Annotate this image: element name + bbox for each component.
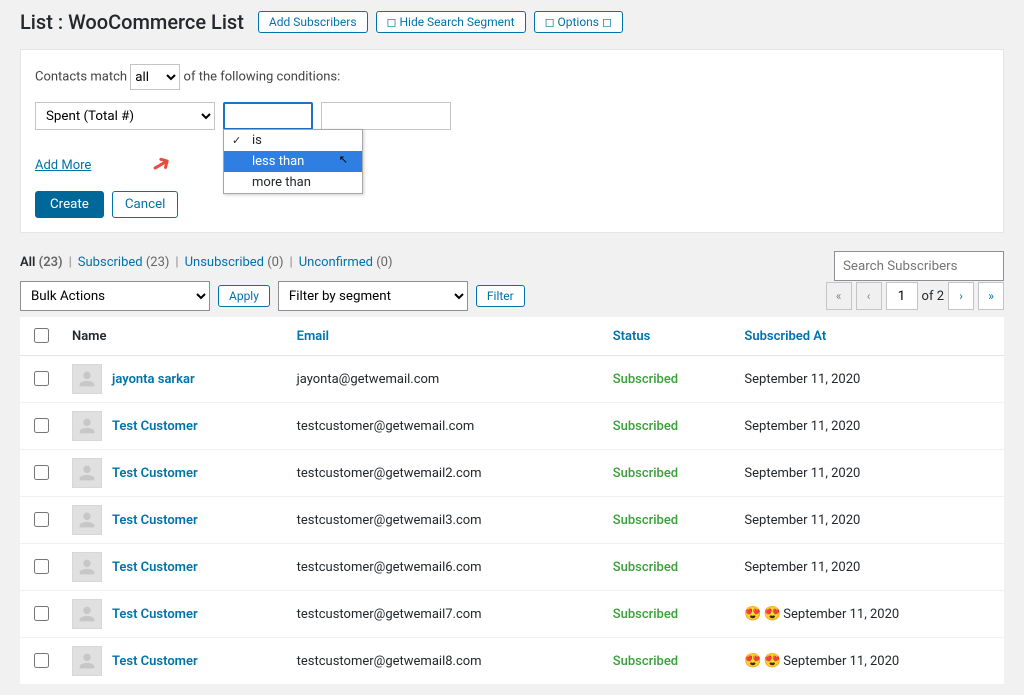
subscribers-table: Name Email Status Subscribed At jayonta …	[20, 317, 1004, 685]
col-subscribed-at[interactable]: Subscribed At	[734, 317, 1004, 356]
subscriber-email: jayonta@getwemail.com	[287, 356, 603, 403]
cursor-icon: ↖	[339, 153, 348, 166]
subscriber-name-link[interactable]: jayonta sarkar	[112, 372, 195, 387]
col-email[interactable]: Email	[287, 317, 603, 356]
contacts-match-label-post: of the following conditions:	[184, 70, 341, 85]
row-checkbox[interactable]	[34, 559, 49, 574]
search-subscribers-input[interactable]	[834, 251, 1004, 281]
emoji-icon: 😍😍	[744, 653, 781, 669]
filter-segment-select[interactable]: Filter by segment	[278, 281, 468, 311]
subscribed-at: 😍😍September 11, 2020	[734, 638, 1004, 685]
row-checkbox[interactable]	[34, 512, 49, 527]
subscribed-at: September 11, 2020	[734, 544, 1004, 591]
row-checkbox[interactable]	[34, 418, 49, 433]
table-row: Test Customer testcustomer@getwemail.com S…	[20, 403, 1004, 450]
status-badge: Subscribed	[613, 466, 678, 481]
status-badge: Subscribed	[613, 560, 678, 575]
dropdown-option-more-than[interactable]: more than	[224, 172, 362, 193]
contacts-match-label-pre: Contacts match	[35, 70, 127, 85]
status-badge: Subscribed	[613, 372, 678, 387]
table-row: jayonta sarkar jayonta@getwemail.com Subsc…	[20, 356, 1004, 403]
col-status[interactable]: Status	[603, 317, 735, 356]
subscriber-email: testcustomer@getwemail3.com	[287, 497, 603, 544]
avatar	[72, 411, 102, 441]
dropdown-option-less-than[interactable]: less than↖	[224, 151, 362, 172]
status-badge: Subscribed	[613, 513, 678, 528]
status-badge: Subscribed	[613, 419, 678, 434]
filter-unconfirmed[interactable]: Unconfirmed (0)	[299, 255, 393, 270]
row-checkbox[interactable]	[34, 371, 49, 386]
subscriber-name-link[interactable]: Test Customer	[112, 607, 198, 622]
page-prev-button[interactable]: ‹	[856, 282, 882, 310]
page-current-input[interactable]	[886, 282, 918, 310]
table-row: Test Customer testcustomer@getwemail7.com…	[20, 591, 1004, 638]
subscriber-name-link[interactable]: Test Customer	[112, 513, 198, 528]
condition-value-input[interactable]	[321, 102, 451, 130]
avatar	[72, 364, 102, 394]
table-row: Test Customer testcustomer@getwemail6.com…	[20, 544, 1004, 591]
avatar	[72, 599, 102, 629]
row-checkbox[interactable]	[34, 653, 49, 668]
condition-field-select[interactable]: Spent (Total #)	[35, 102, 215, 130]
hide-search-segment-button[interactable]: ◻ Hide Search Segment	[376, 11, 526, 33]
subscribed-at: September 11, 2020	[734, 403, 1004, 450]
filter-subscribed[interactable]: Subscribed (23)	[78, 255, 170, 270]
avatar	[72, 458, 102, 488]
add-subscribers-button[interactable]: Add Subscribers	[258, 11, 368, 33]
subscribed-at: September 11, 2020	[734, 356, 1004, 403]
subscriber-name-link[interactable]: Test Customer	[112, 466, 198, 481]
table-row: Test Customer testcustomer@getwemail8.com…	[20, 638, 1004, 685]
dropdown-option-is[interactable]: ✓is	[224, 130, 362, 151]
operator-dropdown: ✓is less than↖ more than	[223, 129, 363, 194]
filter-button[interactable]: Filter	[476, 285, 525, 307]
subscriber-email: testcustomer@getwemail8.com	[287, 638, 603, 685]
status-badge: Subscribed	[613, 607, 678, 622]
page-title: List : WooCommerce List	[20, 10, 244, 34]
cancel-button[interactable]: Cancel	[112, 191, 179, 218]
subscriber-name-link[interactable]: Test Customer	[112, 560, 198, 575]
create-button[interactable]: Create	[35, 191, 104, 218]
page-first-button[interactable]: «	[826, 282, 852, 310]
subscribed-at: September 11, 2020	[734, 497, 1004, 544]
avatar	[72, 646, 102, 676]
subscriber-email: testcustomer@getwemail7.com	[287, 591, 603, 638]
status-filter-bar: All (23) | Subscribed (23) | Unsubscribe…	[20, 255, 393, 270]
subscriber-name-link[interactable]: Test Customer	[112, 419, 198, 434]
subscriber-email: testcustomer@getwemail6.com	[287, 544, 603, 591]
select-all-checkbox[interactable]	[34, 328, 49, 343]
avatar	[72, 552, 102, 582]
condition-operator-select[interactable]	[223, 102, 313, 130]
page-next-button[interactable]: ›	[948, 282, 974, 310]
add-more-link[interactable]: Add More	[35, 158, 91, 173]
pagination: « ‹ of 2 › »	[826, 282, 1004, 310]
match-type-select[interactable]: all	[130, 64, 180, 90]
page-total-label: of 2	[922, 289, 944, 304]
subscribed-at: 😍😍September 11, 2020	[734, 591, 1004, 638]
table-row: Test Customer testcustomer@getwemail2.com…	[20, 450, 1004, 497]
segment-panel: Contacts match all of the following cond…	[20, 49, 1004, 233]
subscriber-email: testcustomer@getwemail2.com	[287, 450, 603, 497]
row-checkbox[interactable]	[34, 606, 49, 621]
emoji-icon: 😍😍	[744, 606, 781, 622]
bulk-actions-select[interactable]: Bulk Actions	[20, 281, 210, 311]
page-last-button[interactable]: »	[978, 282, 1004, 310]
col-name[interactable]: Name	[62, 317, 287, 356]
subscriber-name-link[interactable]: Test Customer	[112, 654, 198, 669]
options-button[interactable]: ◻ Options ◻	[534, 11, 623, 33]
subscriber-email: testcustomer@getwemail.com	[287, 403, 603, 450]
filter-all[interactable]: All (23)	[20, 255, 63, 270]
table-row: Test Customer testcustomer@getwemail3.com…	[20, 497, 1004, 544]
apply-button[interactable]: Apply	[218, 285, 270, 307]
row-checkbox[interactable]	[34, 465, 49, 480]
subscribed-at: September 11, 2020	[734, 450, 1004, 497]
avatar	[72, 505, 102, 535]
status-badge: Subscribed	[613, 654, 678, 669]
filter-unsubscribed[interactable]: Unsubscribed (0)	[185, 255, 284, 270]
